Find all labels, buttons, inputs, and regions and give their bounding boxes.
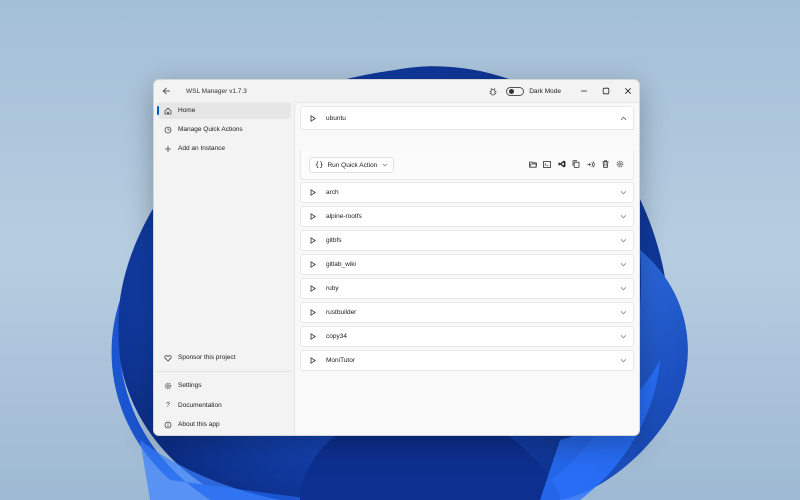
- chevron-down-icon[interactable]: [619, 190, 627, 195]
- chevron-down-icon: [382, 163, 388, 167]
- sidebar-item-label: Settings: [178, 382, 202, 389]
- instance-name: alpine-rootfs: [326, 213, 362, 220]
- chevron-down-icon[interactable]: [619, 262, 627, 267]
- sidebar-item-label: Sponsor this project: [178, 354, 236, 361]
- sidebar-item-label: Home: [178, 107, 196, 114]
- sidebar-item-label: Manage Quick Actions: [178, 126, 243, 133]
- gear-icon: [162, 382, 174, 390]
- maximize-button[interactable]: [595, 80, 617, 102]
- play-icon[interactable]: [310, 285, 320, 292]
- chevron-up-icon[interactable]: [619, 116, 627, 121]
- info-icon: [162, 421, 174, 429]
- braces-icon: {}: [315, 161, 324, 169]
- instance-name: ubuntu: [326, 114, 346, 122]
- instance-name: rustbuilder: [326, 309, 357, 316]
- heart-icon: [162, 354, 174, 362]
- dark-mode-toggle[interactable]: [506, 86, 525, 96]
- dark-mode-label: Dark Mode: [529, 87, 561, 95]
- sidebar-item-documentation[interactable]: ? Documentation: [157, 397, 291, 414]
- plus-icon: [162, 145, 174, 153]
- app-window: WSL Manager v1.7.3 Dark Mode Home Manage…: [153, 79, 640, 436]
- instance-card-gitlab-wiki[interactable]: gitlab_wiki: [300, 254, 634, 275]
- sidebar-item-manage-quick-actions[interactable]: Manage Quick Actions: [157, 121, 291, 138]
- instance-card-arch[interactable]: arch: [300, 182, 634, 203]
- copy-icon[interactable]: [569, 157, 584, 171]
- app-title: WSL Manager v1.7.3: [186, 87, 247, 95]
- instance-ubuntu-actions: {} Run Quick Action: [300, 150, 634, 180]
- toggle-knob: [509, 89, 515, 94]
- chevron-down-icon[interactable]: [619, 358, 627, 363]
- play-icon[interactable]: [310, 213, 320, 220]
- bug-report-button[interactable]: [486, 87, 500, 96]
- arrow-left-icon: [162, 87, 170, 95]
- close-button[interactable]: [617, 80, 639, 102]
- sidebar-item-about[interactable]: About this app: [157, 416, 291, 433]
- instance-card-copy34[interactable]: copy34: [300, 326, 634, 347]
- sidebar-divider: [157, 371, 291, 372]
- instance-card-ubuntu[interactable]: ubuntu: [300, 106, 634, 130]
- instance-name: ruby: [326, 285, 339, 292]
- settings-icon[interactable]: [613, 157, 628, 171]
- chevron-down-icon[interactable]: [619, 310, 627, 315]
- play-icon[interactable]: [310, 309, 320, 316]
- sidebar-item-sponsor[interactable]: Sponsor this project: [157, 349, 291, 366]
- maximize-icon: [602, 87, 610, 95]
- sidebar-item-add-instance[interactable]: Add an Instance: [157, 140, 291, 157]
- play-icon[interactable]: [310, 357, 320, 364]
- sidebar-item-home[interactable]: Home: [157, 102, 291, 119]
- instance-name: gitbfs: [326, 237, 342, 244]
- play-icon[interactable]: [310, 261, 320, 268]
- sidebar-item-label: Add an Instance: [178, 145, 225, 152]
- instance-card-ruby[interactable]: ruby: [300, 278, 634, 299]
- folder-open-icon[interactable]: [526, 157, 541, 171]
- chevron-down-icon[interactable]: [619, 238, 627, 243]
- play-icon[interactable]: [310, 114, 320, 122]
- sidebar-item-label: About this app: [178, 421, 220, 428]
- home-icon: [162, 107, 174, 115]
- instance-name: MoniTutor: [326, 357, 356, 364]
- chevron-down-icon[interactable]: [619, 334, 627, 339]
- run-quick-action-label: Run Quick Action: [327, 161, 378, 169]
- vscode-icon[interactable]: [555, 157, 570, 171]
- minimize-icon: [581, 90, 587, 92]
- instance-name: copy34: [326, 333, 347, 340]
- back-button[interactable]: [156, 80, 176, 102]
- sidebar-item-label: Documentation: [178, 402, 222, 409]
- instance-action-icons: [526, 157, 628, 171]
- chevron-down-icon[interactable]: [619, 286, 627, 291]
- quick-actions-icon: [162, 126, 174, 134]
- play-icon[interactable]: [310, 333, 320, 340]
- rename-icon[interactable]: [584, 157, 599, 171]
- title-bar: WSL Manager v1.7.3 Dark Mode: [154, 80, 639, 102]
- sidebar: Home Manage Quick Actions Add an Instanc…: [154, 102, 294, 435]
- delete-icon[interactable]: [598, 157, 613, 171]
- instance-name: arch: [326, 189, 339, 196]
- terminal-icon[interactable]: [540, 157, 555, 171]
- instance-card-rustbuilder[interactable]: rustbuilder: [300, 302, 634, 323]
- instances-panel: ubuntu {} Run Quick Action arch alpine-r…: [294, 102, 639, 435]
- instance-card-monitutor[interactable]: MoniTutor: [300, 350, 634, 371]
- run-quick-action-dropdown[interactable]: {} Run Quick Action: [309, 157, 395, 173]
- instance-card-gitbfs[interactable]: gitbfs: [300, 230, 634, 251]
- instance-name: gitlab_wiki: [326, 261, 356, 268]
- instance-card-alpine-rootfs[interactable]: alpine-rootfs: [300, 206, 634, 227]
- play-icon[interactable]: [310, 189, 320, 196]
- chevron-down-icon[interactable]: [619, 214, 627, 219]
- close-icon: [625, 88, 631, 94]
- play-icon[interactable]: [310, 237, 320, 244]
- bug-icon: [489, 87, 497, 95]
- question-icon: ?: [166, 402, 170, 409]
- minimize-button[interactable]: [573, 80, 595, 102]
- sidebar-item-settings[interactable]: Settings: [157, 377, 291, 394]
